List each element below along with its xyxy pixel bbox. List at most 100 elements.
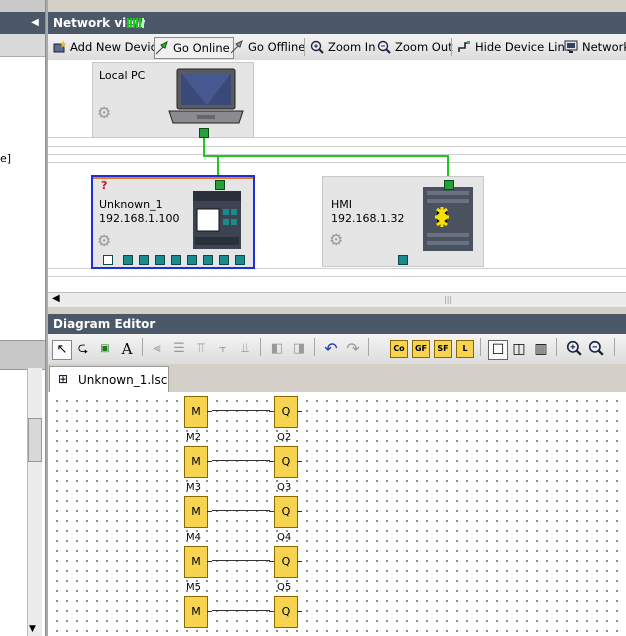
flag-block[interactable]: M xyxy=(184,596,208,628)
network-toolbar: Add New Device Go Online Go Offline Zoom… xyxy=(48,34,626,61)
go-online-icon xyxy=(155,41,168,55)
gear-icon: ⚙ xyxy=(97,231,112,250)
network-canvas[interactable]: Local PC ⚙ ? Unknown_1 192.168.1.100 ⚙ H… xyxy=(48,60,626,292)
left-pane-scrollbar[interactable] xyxy=(27,368,42,636)
network-icon xyxy=(564,40,578,53)
constant-tool-icon[interactable]: ▣ xyxy=(96,340,114,358)
output-pin xyxy=(207,411,212,412)
redo-icon[interactable]: ↷ xyxy=(344,340,362,358)
general-functions-button[interactable]: GF xyxy=(412,340,430,358)
left-pane-scroll-thumb[interactable] xyxy=(28,418,42,462)
toolbar-separator xyxy=(304,38,305,56)
hmi-device[interactable]: HMI 192.168.1.32 ⚙ xyxy=(322,176,484,267)
zoom-out-button[interactable]: Zoom Out xyxy=(377,37,453,57)
zoom-out-label: Zoom Out xyxy=(395,40,453,54)
flag-block[interactable]: M xyxy=(184,496,208,528)
local-pc-ethernet-port[interactable] xyxy=(199,128,209,138)
tab-unknown-lsc[interactable]: ⊞ Unknown_1.lsc xyxy=(49,366,169,393)
scroll-down-icon[interactable]: ▼ xyxy=(29,624,36,634)
special-functions-button[interactable]: SF xyxy=(434,340,452,358)
scroll-left-icon[interactable]: ◀ xyxy=(52,293,60,304)
group-icon[interactable]: ◧ xyxy=(268,340,286,358)
output-pin xyxy=(207,461,212,462)
device-line-icon xyxy=(458,41,470,52)
toolbar-separator xyxy=(142,338,143,356)
io-port xyxy=(235,255,245,265)
constants-button[interactable]: Co xyxy=(390,340,408,358)
flag-block[interactable]: M xyxy=(184,396,208,428)
network-button[interactable]: Network xyxy=(564,37,626,57)
laptop-icon xyxy=(168,68,244,124)
go-online-label: Go Online xyxy=(173,41,230,55)
zoom-in-icon[interactable] xyxy=(566,340,582,356)
hmi-panel-icon xyxy=(423,187,473,251)
hide-device-line-label: Hide Device Line xyxy=(475,40,572,54)
output-pin xyxy=(207,511,212,512)
hide-device-line-button[interactable]: Hide Device Line xyxy=(457,37,572,57)
left-pane-splitter[interactable] xyxy=(0,340,45,370)
local-pc-device[interactable]: Local PC ⚙ xyxy=(92,62,254,138)
connection-wire[interactable] xyxy=(212,560,270,561)
output-block[interactable]: Q xyxy=(274,596,298,628)
go-online-button[interactable]: Go Online xyxy=(154,37,234,59)
left-pane-top-strip xyxy=(0,0,45,12)
add-device-button[interactable]: Add New Device xyxy=(52,37,164,57)
logic-button[interactable]: L xyxy=(456,340,474,358)
output-block[interactable]: Q xyxy=(274,496,298,528)
output-pin xyxy=(207,561,212,562)
align-middle-icon[interactable]: ⫟ xyxy=(214,340,232,358)
editor-tab-strip: ⊞ Unknown_1.lsc xyxy=(48,364,626,393)
flag-block[interactable]: M xyxy=(184,446,208,478)
network-horizontal-scrollbar[interactable]: ◀ ||| xyxy=(48,292,626,307)
hmi-ethernet-port[interactable] xyxy=(444,180,454,190)
diagram-toolbar: ↖ ⮎ ▣ A ⫷ ☰ ⫪ ⫟ ⫫ ◧ ◨ ↶ ↷ Co GF SF L ☐ ◫… xyxy=(48,334,626,365)
zoom-in-button[interactable]: Zoom In xyxy=(310,37,376,57)
tab-label: Unknown_1.lsc xyxy=(78,373,168,387)
add-device-label: Add New Device xyxy=(70,40,164,54)
io-port xyxy=(103,255,113,265)
unknown-device-name: Unknown_1 xyxy=(99,198,163,211)
connection-wire[interactable] xyxy=(212,460,270,461)
scroll-grip-icon[interactable]: ||| xyxy=(444,295,452,304)
flag-block[interactable]: M xyxy=(184,546,208,578)
align-bottom-icon[interactable]: ⫫ xyxy=(236,340,254,358)
output-label: Q5 xyxy=(277,582,292,593)
go-offline-icon xyxy=(230,40,243,54)
io-port xyxy=(123,255,133,265)
connection-wire[interactable] xyxy=(212,610,270,611)
align-center-icon[interactable]: ☰ xyxy=(170,340,188,358)
toolbar-separator xyxy=(480,338,481,356)
output-block[interactable]: Q xyxy=(274,396,298,428)
output-block[interactable]: Q xyxy=(274,446,298,478)
diagram-editor-title: Diagram Editor xyxy=(53,317,156,331)
zoom-out-icon[interactable] xyxy=(588,340,604,356)
go-offline-button[interactable]: Go Offline xyxy=(230,37,305,57)
text-tool-icon[interactable]: A xyxy=(118,340,136,358)
toolbar-separator xyxy=(556,338,557,356)
io-port xyxy=(139,255,149,265)
output-pin xyxy=(207,611,212,612)
io-port xyxy=(203,255,213,265)
collapse-left-icon[interactable]: ◀ xyxy=(28,14,42,32)
triple-view-icon[interactable]: ▥ xyxy=(532,340,550,358)
diagram-canvas[interactable]: M Q M2 Q2 M Q M3 Q3 M Q M4 Q4 M Q M5 Q5 … xyxy=(48,392,626,636)
connect-tool-icon[interactable]: ⮎ xyxy=(74,340,92,358)
unknown-device-ethernet-port[interactable] xyxy=(215,180,225,190)
add-device-icon xyxy=(53,40,66,53)
left-pane-text-fragment: e] xyxy=(0,152,12,165)
connection-wire[interactable] xyxy=(212,410,270,411)
single-view-icon[interactable]: ☐ xyxy=(488,340,508,360)
ungroup-icon[interactable]: ◨ xyxy=(290,340,308,358)
select-pointer-icon[interactable]: ↖ xyxy=(52,340,72,360)
align-top-icon[interactable]: ⫪ xyxy=(192,340,210,358)
output-pin xyxy=(297,411,302,412)
unknown-device[interactable]: ? Unknown_1 192.168.1.100 ⚙ xyxy=(91,175,255,269)
output-block[interactable]: Q xyxy=(274,546,298,578)
local-pc-name: Local PC xyxy=(99,69,146,82)
zoom-out-icon xyxy=(377,40,391,54)
align-left-icon[interactable]: ⫷ xyxy=(148,340,166,358)
undo-icon[interactable]: ↶ xyxy=(322,340,340,358)
toolbar-separator xyxy=(614,338,615,356)
connection-wire[interactable] xyxy=(212,510,270,511)
split-view-icon[interactable]: ◫ xyxy=(510,340,528,358)
